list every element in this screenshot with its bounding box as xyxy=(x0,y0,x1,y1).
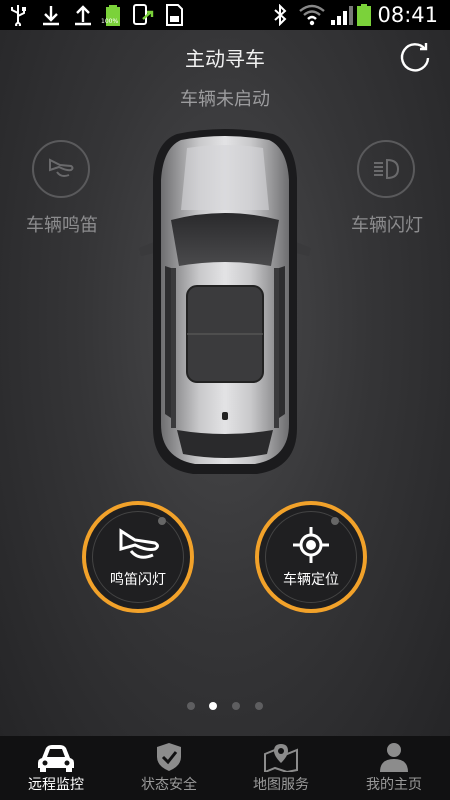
tab-remote-monitor[interactable]: 远程监控 xyxy=(0,736,112,800)
clock: 08:41 xyxy=(377,3,438,27)
tab-label: 状态安全 xyxy=(141,777,197,793)
wifi-icon xyxy=(299,4,325,26)
flash-button[interactable] xyxy=(357,140,415,198)
bottom-tab-bar: 远程监控 状态安全 地图服务 我的主页 xyxy=(0,736,450,800)
battery-icon xyxy=(357,4,371,26)
shield-icon xyxy=(157,743,181,771)
tab-my-home[interactable]: 我的主页 xyxy=(338,736,450,800)
page-dot-4[interactable] xyxy=(255,702,263,710)
engine-status: 车辆未启动 xyxy=(180,89,270,110)
tab-label: 地图服务 xyxy=(253,777,309,793)
find-car-screen: 100% 08:41 主动寻车 车辆未启动 车辆鸣笛 车辆闪灯 鸣笛闪灯 车辆定… xyxy=(0,0,450,800)
locate-car-label: 车辆定位 xyxy=(283,572,339,588)
crosshair-icon xyxy=(293,527,329,563)
battery-percent-small: 100% xyxy=(101,18,119,25)
car-icon xyxy=(38,745,74,772)
page-dot-2[interactable] xyxy=(209,702,217,710)
horn-icon xyxy=(49,158,74,177)
user-icon xyxy=(380,743,408,772)
car-top-view-icon xyxy=(139,129,311,474)
horn-flash-label: 鸣笛闪灯 xyxy=(110,572,166,588)
sd-card-icon xyxy=(166,4,183,26)
page-title: 主动寻车 xyxy=(185,47,265,71)
locate-car-button[interactable]: 车辆定位 xyxy=(255,501,367,613)
download-icon xyxy=(43,6,59,26)
flash-label: 车辆闪灯 xyxy=(351,215,423,236)
page-dot-3[interactable] xyxy=(232,702,240,710)
page-indicator xyxy=(0,702,450,712)
horn-label: 车辆鸣笛 xyxy=(26,215,98,236)
horn-icon xyxy=(119,528,159,559)
locate-car-indicator xyxy=(331,517,339,525)
horn-flash-button[interactable]: 鸣笛闪灯 xyxy=(82,501,194,613)
horn-flash-indicator xyxy=(158,517,166,525)
phone-sync-icon xyxy=(133,4,154,25)
status-bar: 100% 08:41 xyxy=(0,0,450,30)
tab-label: 远程监控 xyxy=(28,777,84,793)
map-pin-icon xyxy=(264,744,298,772)
refresh-icon[interactable] xyxy=(398,40,432,74)
bluetooth-icon xyxy=(274,4,287,26)
signal-icon xyxy=(331,6,353,25)
upload-icon xyxy=(75,5,91,26)
page-dot-1[interactable] xyxy=(187,702,195,710)
tab-label: 我的主页 xyxy=(366,777,422,793)
usb-icon xyxy=(11,5,26,26)
tab-map-service[interactable]: 地图服务 xyxy=(225,736,337,800)
tab-status-security[interactable]: 状态安全 xyxy=(113,736,225,800)
headlight-icon xyxy=(374,158,400,180)
horn-button[interactable] xyxy=(32,140,90,198)
